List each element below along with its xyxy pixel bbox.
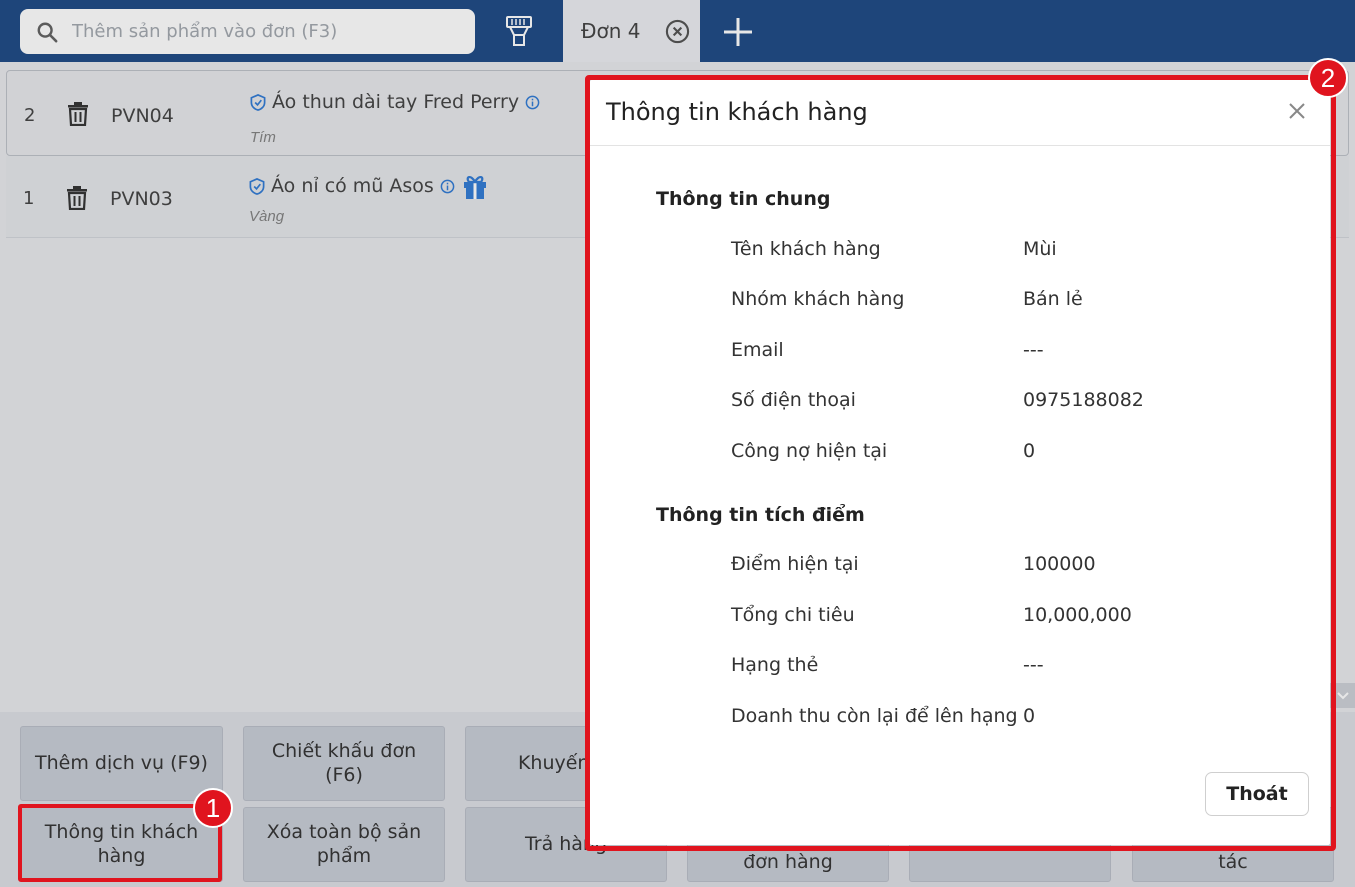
general-info-heading: Thông tin chung [656, 188, 831, 210]
phone-value: 0975188082 [1023, 389, 1144, 411]
close-icon[interactable] [1285, 99, 1309, 123]
customer-name-label: Tên khách hàng [731, 238, 881, 260]
exit-button[interactable]: Thoát [1205, 772, 1309, 816]
current-debt-value: 0 [1023, 440, 1036, 462]
total-spend-label: Tổng chi tiêu [731, 604, 855, 626]
email-label: Email [731, 339, 784, 361]
email-value: --- [1023, 339, 1044, 361]
current-points-value: 100000 [1023, 553, 1096, 575]
loyalty-info-heading: Thông tin tích điểm [656, 504, 865, 526]
callout-badge-1: 1 [193, 788, 233, 828]
customer-group-value: Bán lẻ [1023, 288, 1083, 310]
revenue-to-upgrade-value: 0 [1023, 705, 1036, 727]
dialog-title: Thông tin khách hàng [606, 98, 868, 126]
card-tier-label: Hạng thẻ [731, 654, 819, 676]
total-spend-value: 10,000,000 [1023, 604, 1132, 626]
dialog-header: Thông tin khách hàng [590, 80, 1330, 146]
current-debt-label: Công nợ hiện tại [731, 440, 888, 462]
revenue-to-upgrade-label: Doanh thu còn lại để lên hạng [731, 705, 1018, 727]
current-points-label: Điểm hiện tại [731, 553, 859, 575]
card-tier-value: --- [1023, 654, 1044, 676]
callout-badge-2: 2 [1308, 58, 1348, 98]
customer-name-value: Mùi [1023, 238, 1057, 260]
customer-info-dialog: Thông tin khách hàng Thông tin chung Tên… [590, 80, 1330, 845]
customer-group-label: Nhóm khách hàng [731, 288, 905, 310]
phone-label: Số điện thoại [731, 389, 856, 411]
